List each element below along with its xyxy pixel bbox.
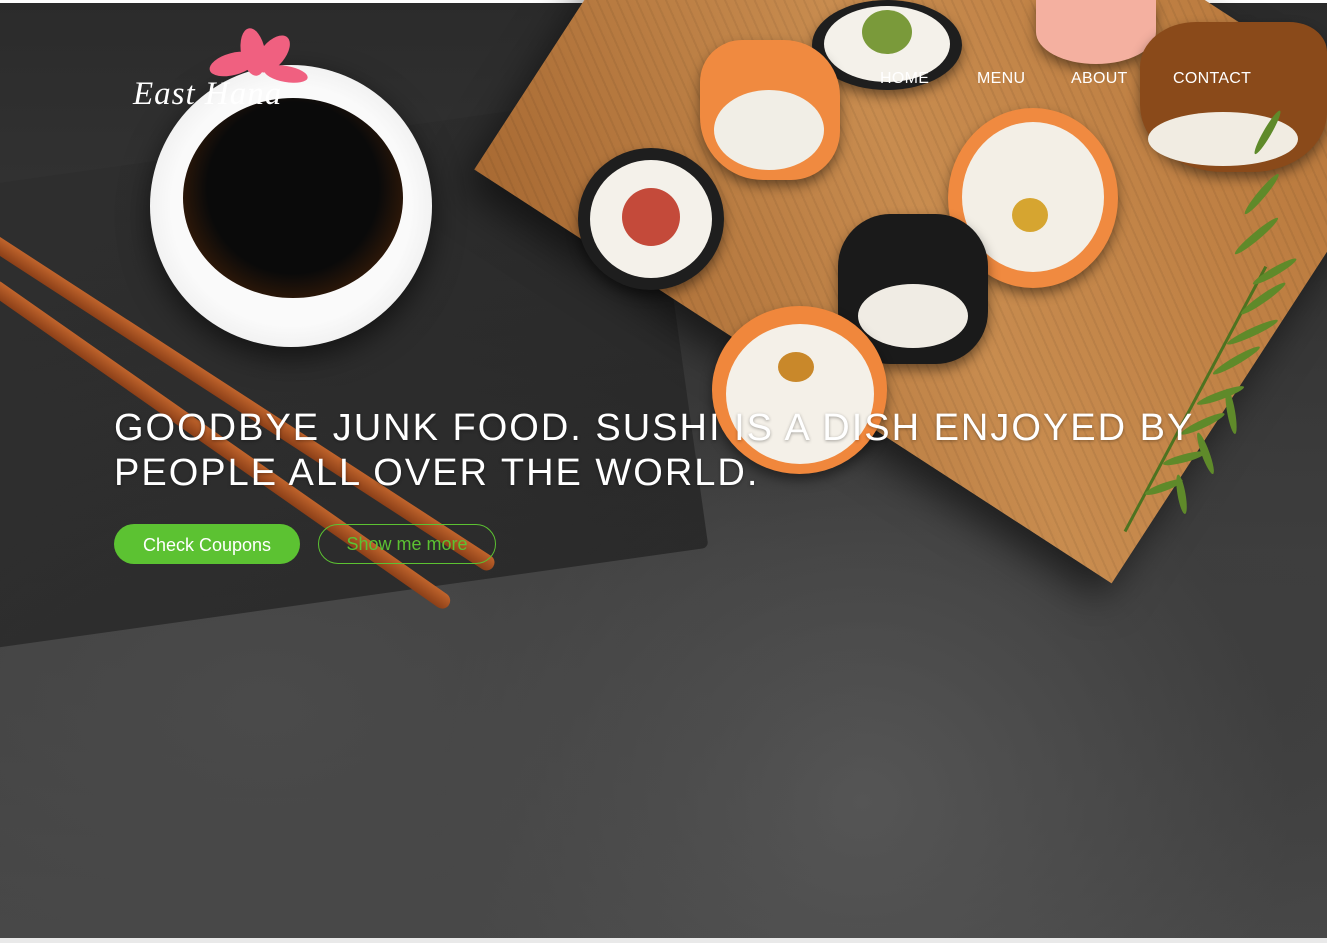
show-me-more-button[interactable]: Show me more	[318, 524, 496, 564]
hero-section: East Hana HOME MENU ABOUT CONTACT GOODBY…	[0, 0, 1327, 943]
sushi-roll-image	[578, 148, 724, 290]
page-bottom-edge	[0, 938, 1327, 943]
soy-sauce-image	[183, 98, 403, 298]
shrimp-sushi-image	[1036, 0, 1156, 64]
salmon-roll-image	[700, 40, 840, 180]
nav-item-menu[interactable]: MENU	[977, 70, 1025, 88]
nav-item-about[interactable]: ABOUT	[1071, 70, 1128, 88]
fern-leaf-image	[1085, 90, 1327, 570]
nav-item-home[interactable]: HOME	[880, 70, 929, 88]
check-coupons-button[interactable]: Check Coupons	[114, 524, 300, 564]
hero-headline: GOODBYE JUNK FOOD. SUSHI IS A DISH ENJOY…	[114, 407, 1194, 494]
brand-logo[interactable]: East Hana	[133, 24, 328, 114]
brand-name: East Hana	[133, 76, 283, 112]
nav-item-contact[interactable]: CONTACT	[1173, 70, 1251, 88]
